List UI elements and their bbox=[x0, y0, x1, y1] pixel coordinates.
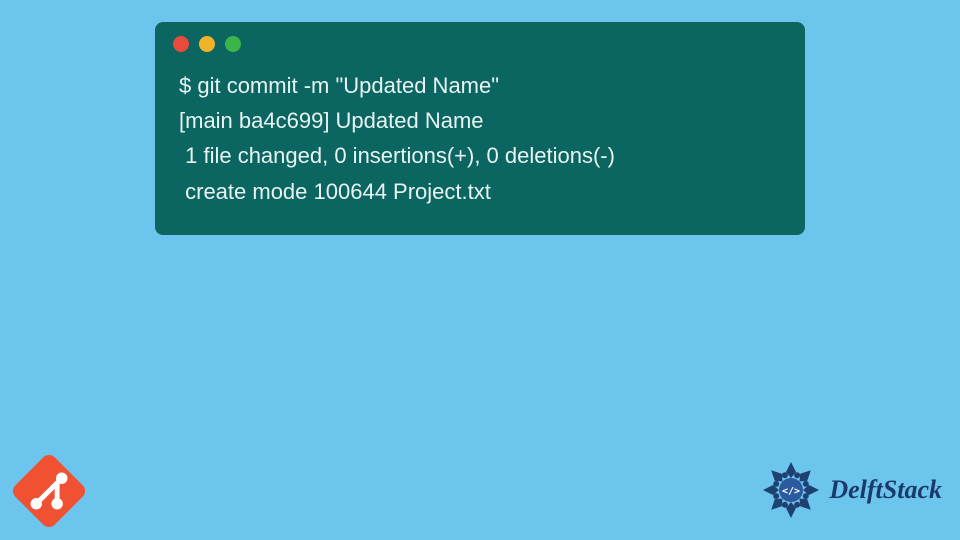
mandala-icon: </> bbox=[759, 458, 823, 522]
brand-logo: </> DelftStack bbox=[759, 458, 942, 522]
maximize-icon[interactable] bbox=[225, 36, 241, 52]
terminal-line: 1 file changed, 0 insertions(+), 0 delet… bbox=[179, 138, 781, 173]
minimize-icon[interactable] bbox=[199, 36, 215, 52]
terminal-line: [main ba4c699] Updated Name bbox=[179, 103, 781, 138]
window-titlebar bbox=[155, 22, 805, 62]
svg-text:</>: </> bbox=[782, 486, 800, 497]
brand-name: DelftStack bbox=[829, 475, 942, 505]
git-icon bbox=[8, 450, 90, 532]
close-icon[interactable] bbox=[173, 36, 189, 52]
terminal-window: $ git commit -m "Updated Name" [main ba4… bbox=[155, 22, 805, 235]
terminal-line: create mode 100644 Project.txt bbox=[179, 174, 781, 209]
terminal-output: $ git commit -m "Updated Name" [main ba4… bbox=[155, 62, 805, 217]
terminal-line: $ git commit -m "Updated Name" bbox=[179, 68, 781, 103]
